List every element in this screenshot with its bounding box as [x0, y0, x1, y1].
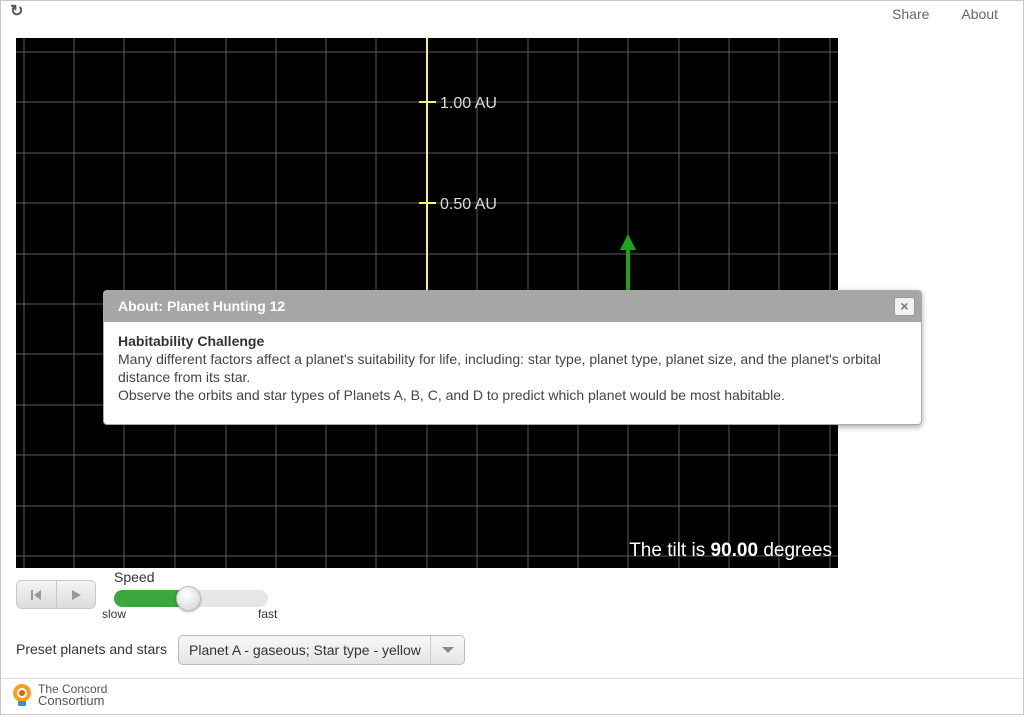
slow-label: slow — [102, 607, 127, 621]
concord-logo[interactable]: The Concord Consortium — [10, 682, 107, 708]
footer-divider — [1, 678, 1023, 679]
dialog-text-1: Many different factors affect a planet's… — [118, 351, 881, 385]
tilt-suffix: degrees — [758, 540, 832, 561]
close-button[interactable]: × — [894, 297, 915, 316]
tilt-prefix: The tilt is — [629, 540, 711, 561]
dialog-heading: Habitability Challenge — [118, 333, 265, 349]
dialog-body: Habitability Challenge Many different fa… — [104, 322, 921, 414]
preset-label: Preset planets and stars — [16, 641, 167, 657]
about-dialog: About: Planet Hunting 12 × Habitability … — [103, 290, 922, 425]
fast-label: fast — [258, 607, 278, 621]
playback-controls — [16, 580, 96, 609]
logo-text: The Concord Consortium — [38, 683, 107, 708]
speed-slider[interactable] — [114, 586, 268, 611]
dialog-title: About: Planet Hunting 12 — [118, 298, 286, 314]
play-button[interactable] — [57, 581, 96, 608]
lightbulb-logo-icon — [13, 684, 31, 706]
reload-icon[interactable]: ↻ — [10, 4, 26, 20]
dropdown-toggle[interactable] — [430, 636, 464, 664]
speed-label: Speed — [114, 569, 155, 585]
logo-line-2: Consortium — [38, 693, 105, 708]
axis-label-half-au: 0.50 AU — [440, 196, 497, 213]
speed-slider-handle[interactable] — [176, 586, 201, 611]
dialog-text-2: Observe the orbits and star types of Pla… — [118, 387, 785, 403]
axis-label-1au: 1.00 AU — [440, 95, 497, 112]
play-icon — [71, 589, 81, 600]
tilt-readout: The tilt is 90.00 degrees — [629, 540, 832, 562]
dialog-header: About: Planet Hunting 12 × — [104, 291, 921, 322]
share-link[interactable]: Share — [892, 6, 929, 22]
reset-button[interactable] — [17, 581, 57, 608]
preset-select[interactable]: Planet A - gaseous; Star type - yellow — [178, 635, 465, 665]
top-nav: Share About — [892, 6, 998, 22]
velocity-arrow-icon — [620, 234, 636, 250]
skip-back-icon — [31, 589, 42, 600]
tilt-value: 90.00 — [710, 540, 759, 561]
about-link[interactable]: About — [961, 6, 998, 22]
chevron-down-icon — [441, 647, 454, 653]
preset-selected-value: Planet A - gaseous; Star type - yellow — [189, 642, 421, 658]
